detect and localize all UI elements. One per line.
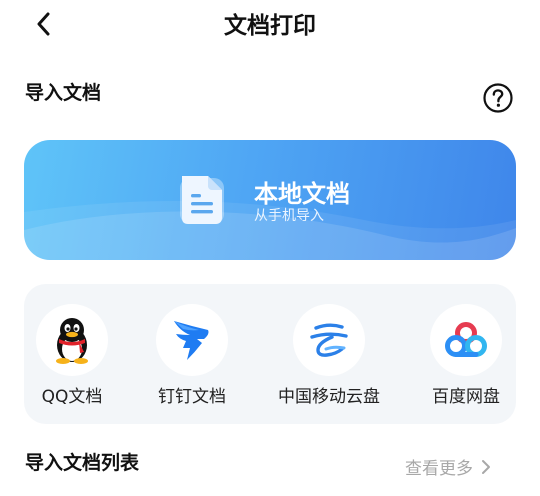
china-mobile-cloud-icon	[310, 323, 348, 357]
chevron-right-icon	[482, 459, 490, 474]
help-question-icon[interactable]	[482, 82, 514, 114]
baidu-icon-circle[interactable]	[430, 304, 502, 376]
source-qq-docs[interactable]: QQ文档	[2, 304, 142, 414]
page-title: 文档打印	[224, 13, 316, 39]
import-list-title: 导入文档列表	[25, 452, 140, 474]
source-label: QQ文档	[41, 387, 103, 407]
china-mobile-icon-circle[interactable]	[293, 304, 365, 376]
dingtalk-icon-circle[interactable]	[156, 304, 228, 376]
local-card-title: 本地文档	[254, 180, 350, 208]
local-card-subtitle: 从手机导入	[254, 208, 324, 224]
source-label: 百度网盘	[432, 387, 500, 407]
help-button[interactable]	[482, 82, 514, 114]
document-icon	[180, 176, 224, 224]
qq-penguin-icon	[56, 318, 88, 364]
dingtalk-icon	[174, 321, 209, 360]
qq-icon-circle[interactable]	[36, 304, 108, 376]
source-china-mobile-cloud[interactable]: 中国移动云盘	[259, 304, 399, 414]
import-section-title: 导入文档	[25, 82, 102, 104]
source-baidu-netdisk[interactable]: 百度网盘	[396, 304, 536, 414]
view-more-label: 查看更多	[405, 459, 473, 479]
baidu-netdisk-icon	[445, 322, 487, 357]
source-label: 中国移动云盘	[278, 387, 380, 407]
source-dingtalk-docs[interactable]: 钉钉文档	[122, 304, 262, 414]
header: 文档打印	[0, 0, 540, 48]
view-more-link[interactable]: 查看更多	[405, 454, 491, 479]
source-label: 钉钉文档	[158, 387, 226, 407]
